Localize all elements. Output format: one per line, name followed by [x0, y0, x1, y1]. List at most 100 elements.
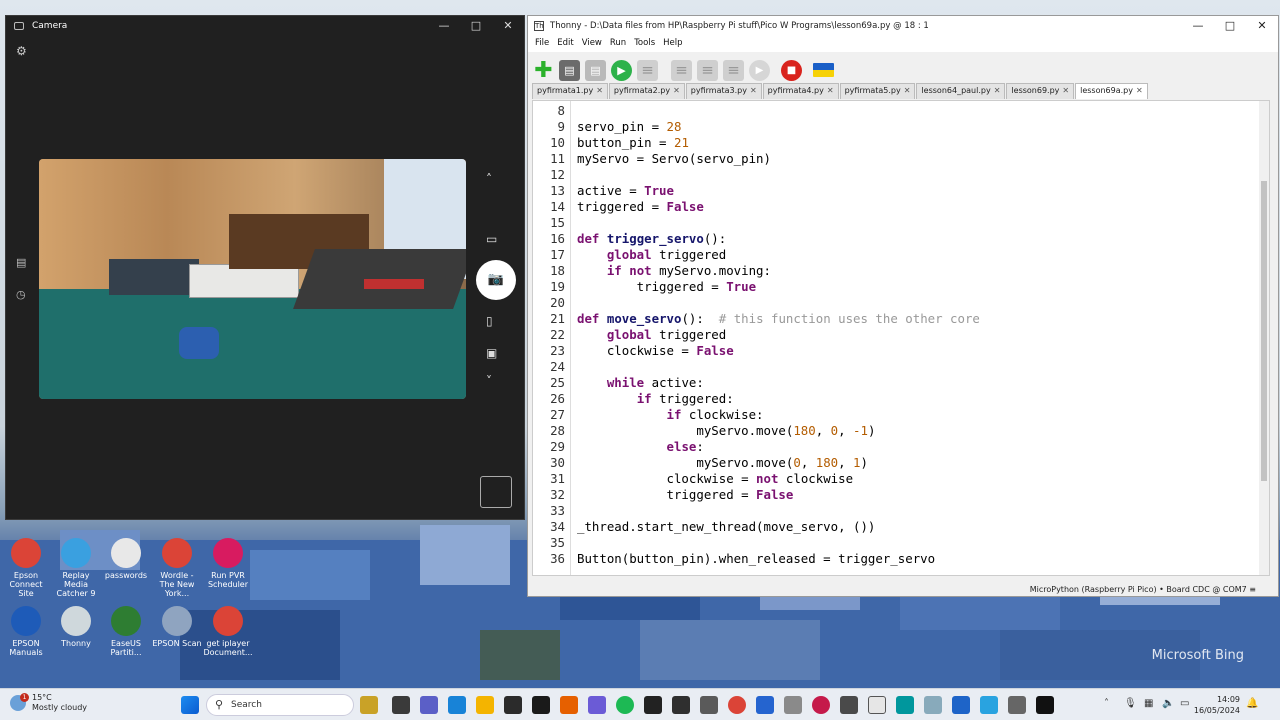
code-editor[interactable]: 8 9 servo_pin = 28 10 button_pin = 21 11 mySer…: [532, 100, 1270, 576]
thonny-titlebar[interactable]: Th Thonny - D:\Data files from HP\Raspbe…: [528, 16, 1278, 36]
scrollbar-thumb[interactable]: [1261, 181, 1267, 481]
arduino-icon[interactable]: [896, 696, 914, 714]
resume-icon[interactable]: ▶: [749, 59, 770, 81]
app-icon-4[interactable]: [840, 696, 858, 714]
close-icon[interactable]: ✕: [1062, 86, 1069, 95]
raspberry-pi-icon[interactable]: [812, 696, 830, 714]
video-icon[interactable]: ▭: [486, 232, 497, 246]
chevron-up-icon[interactable]: ˄: [1104, 698, 1109, 709]
powershell-icon[interactable]: [756, 696, 774, 714]
step-into-icon[interactable]: ≡: [697, 59, 718, 81]
editor-tab[interactable]: pyfirmata4.py ✕: [762, 83, 839, 99]
desktop-icon[interactable]: passwords: [101, 538, 151, 580]
weather-widget[interactable]: 1 15°C Mostly cloudy: [10, 693, 87, 713]
scan-icon[interactable]: ▣: [486, 346, 497, 360]
desktop-icon[interactable]: EaseUS Partiti...: [101, 606, 151, 657]
network-icon[interactable]: ▦: [1144, 698, 1153, 709]
status-bar[interactable]: MicroPython (Raspberry Pi Pico) • Board …: [1030, 585, 1256, 594]
search-highlight-icon[interactable]: [360, 696, 378, 714]
document-icon[interactable]: ▯: [486, 314, 493, 328]
firefox-icon[interactable]: [560, 696, 578, 714]
speaker-icon[interactable]: 🔈: [1162, 698, 1174, 709]
editor-tab[interactable]: lesson69.py ✕: [1006, 83, 1075, 99]
desktop-icon[interactable]: get iplayer Document...: [203, 606, 253, 657]
app-icon-7[interactable]: [980, 696, 998, 714]
teams-icon[interactable]: [420, 696, 438, 714]
app-icon-6[interactable]: [952, 696, 970, 714]
maximize-button[interactable]: □: [460, 16, 492, 36]
debug-icon[interactable]: ≡: [637, 59, 658, 81]
editor-tab[interactable]: pyfirmata1.py ✕: [532, 83, 608, 99]
desktop-icon[interactable]: Run PVR Scheduler: [203, 538, 253, 589]
desktop-icon[interactable]: EPSON Scan: [152, 606, 202, 648]
editor-tab[interactable]: pyfirmata2.py ✕: [608, 83, 685, 99]
camera-taskbar-icon[interactable]: [1008, 696, 1026, 714]
chrome-icon[interactable]: [728, 696, 746, 714]
minimize-button[interactable]: —: [428, 16, 460, 36]
file-explorer-icon[interactable]: [476, 696, 494, 714]
close-icon[interactable]: ✕: [750, 86, 757, 95]
store-icon[interactable]: [504, 696, 522, 714]
open-file-icon[interactable]: ▤: [559, 59, 580, 81]
gallery-thumbnail[interactable]: [480, 476, 512, 508]
menu-tools[interactable]: Tools: [630, 36, 659, 52]
battery-icon[interactable]: ▭: [1180, 698, 1189, 709]
thonny-window[interactable]: Th Thonny - D:\Data files from HP\Raspbe…: [527, 15, 1279, 597]
editor-tab[interactable]: lesson69a.py ✕: [1075, 83, 1148, 99]
menu-edit[interactable]: Edit: [553, 36, 577, 52]
app-icon-5[interactable]: [924, 696, 942, 714]
run-icon[interactable]: ▶: [611, 59, 632, 81]
close-button[interactable]: ✕: [1246, 16, 1278, 36]
desktop-icon[interactable]: EPSON Manuals: [1, 606, 51, 657]
stop-icon[interactable]: ■: [781, 59, 802, 81]
close-button[interactable]: ✕: [492, 16, 524, 36]
photo-shutter-button[interactable]: 📷: [476, 260, 516, 300]
close-icon[interactable]: ✕: [596, 86, 603, 95]
menu-run[interactable]: Run: [606, 36, 630, 52]
desktop-icon[interactable]: Replay Media Catcher 9: [51, 538, 101, 598]
menu-view[interactable]: View: [578, 36, 606, 52]
close-icon[interactable]: ✕: [1136, 86, 1143, 95]
new-file-icon[interactable]: ✚: [533, 59, 554, 81]
clock[interactable]: 14:09 16/05/2024: [1194, 694, 1240, 716]
minimize-button[interactable]: —: [1182, 16, 1214, 36]
close-icon[interactable]: ✕: [904, 86, 911, 95]
timer-icon[interactable]: ◷: [16, 288, 26, 301]
close-icon[interactable]: ✕: [673, 86, 680, 95]
chevron-down-icon[interactable]: ˅: [486, 374, 492, 388]
desktop-icon[interactable]: Epson Connect Site: [1, 538, 51, 598]
photos-icon[interactable]: [672, 696, 690, 714]
hdr-icon[interactable]: ▤: [16, 256, 26, 269]
app-icon[interactable]: [588, 696, 606, 714]
thonny-taskbar-icon[interactable]: [868, 696, 886, 714]
desktop-icon[interactable]: Thonny: [51, 606, 101, 648]
notification-bell-icon[interactable]: 🔔: [1246, 698, 1258, 709]
app-icon-2[interactable]: [700, 696, 718, 714]
task-view-icon[interactable]: [392, 696, 410, 714]
desktop-icon[interactable]: Wordle - The New York...: [152, 538, 202, 598]
maximize-button[interactable]: □: [1214, 16, 1246, 36]
app-icon-8[interactable]: [1036, 696, 1054, 714]
step-over-icon[interactable]: ≡: [671, 59, 692, 81]
editor-tab[interactable]: pyfirmata5.py ✕: [839, 83, 916, 99]
close-icon[interactable]: ✕: [994, 86, 1001, 95]
close-icon[interactable]: ✕: [827, 86, 834, 95]
spotify-icon[interactable]: [616, 696, 634, 714]
menu-help[interactable]: Help: [659, 36, 686, 52]
search-box[interactable]: ⚲ Search: [206, 694, 354, 716]
edge-icon[interactable]: [448, 696, 466, 714]
menu-file[interactable]: File: [531, 36, 553, 52]
editor-tab[interactable]: lesson64_paul.py ✕: [916, 83, 1006, 99]
capcut-icon[interactable]: [644, 696, 662, 714]
vertical-scrollbar[interactable]: [1259, 101, 1269, 575]
start-icon[interactable]: [181, 696, 199, 714]
app-icon-3[interactable]: [784, 696, 802, 714]
microphone-icon[interactable]: 🎙: [1124, 698, 1137, 709]
step-out-icon[interactable]: ≡: [723, 59, 744, 81]
camera-window[interactable]: Camera — □ ✕ ⚙ ▤ ◷ ˄ ▭ ▯ ▣ ˅ 📷: [5, 15, 525, 520]
terminal-icon[interactable]: [532, 696, 550, 714]
editor-tab[interactable]: pyfirmata3.py ✕: [685, 83, 762, 99]
ukraine-flag-icon[interactable]: [813, 63, 834, 77]
gear-icon[interactable]: ⚙: [16, 44, 27, 58]
save-file-icon[interactable]: ▤: [585, 59, 606, 81]
